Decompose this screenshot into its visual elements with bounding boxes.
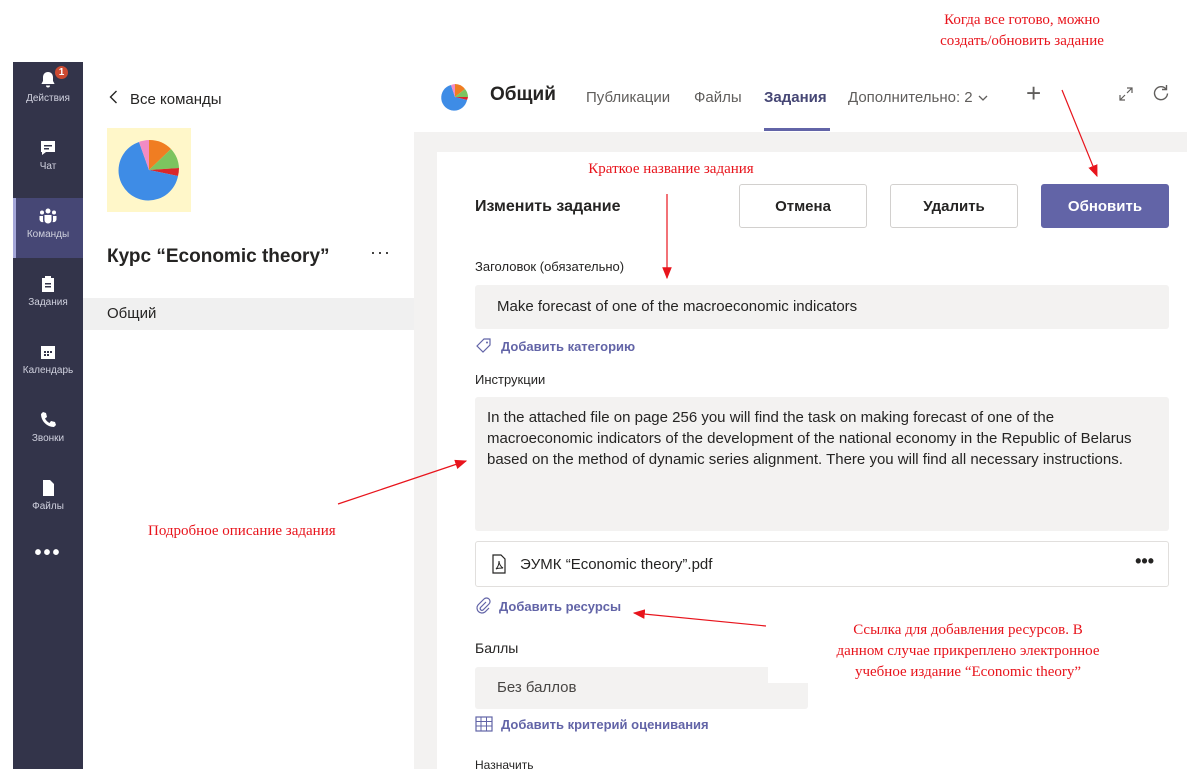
team-avatar[interactable]: [107, 128, 191, 212]
chat-icon: [41, 141, 55, 155]
channel-logo: [440, 82, 470, 117]
teams-icon: [39, 208, 57, 224]
grid-icon: [475, 716, 493, 732]
tab-files[interactable]: Файлы: [694, 89, 742, 106]
add-tab-button[interactable]: +: [1026, 78, 1041, 109]
assignments-icon: [42, 276, 54, 292]
rail-item-activity[interactable]: 1 Действия: [13, 62, 83, 122]
heading-label: Заголовок (обязательно): [475, 259, 625, 274]
rail-item-teams[interactable]: Команды: [13, 198, 83, 258]
pie-logo-icon: [441, 84, 468, 111]
heading-input[interactable]: Make forecast of one of the macroeconomi…: [475, 285, 1169, 329]
chevron-left-icon: [109, 90, 118, 108]
expand-icon[interactable]: [1118, 86, 1134, 107]
delete-button[interactable]: Удалить: [890, 184, 1018, 228]
pdf-file-icon: [492, 554, 506, 574]
tag-icon: [476, 338, 491, 353]
channel-header: Общий Публикации Файлы Задания Дополните…: [414, 62, 1187, 132]
channel-title: Общий: [490, 84, 556, 105]
active-tab-indicator: [764, 128, 830, 131]
tab-more[interactable]: Дополнительно: 2: [848, 89, 988, 106]
rail-item-calendar[interactable]: Календарь: [13, 334, 83, 394]
rail-label: Задания: [28, 297, 68, 308]
tab-assignments[interactable]: Задания: [764, 89, 827, 106]
rail-label: Календарь: [22, 365, 74, 376]
activity-badge: 1: [54, 65, 69, 80]
rail-label: Действия: [26, 93, 70, 104]
annotation-short-title: Краткое название задания: [556, 159, 786, 180]
add-resources-link[interactable]: Добавить ресурсы: [475, 597, 621, 615]
points-input[interactable]: Без баллов: [475, 667, 808, 709]
add-category-label: Добавить категорию: [501, 338, 636, 354]
attachment-name: ЭУМК “Economic theory”.pdf: [520, 555, 713, 573]
attachment-item[interactable]: ЭУМК “Economic theory”.pdf •••: [475, 541, 1169, 587]
instructions-label: Инструкции: [475, 372, 546, 387]
add-resources-label: Добавить ресурсы: [499, 598, 622, 614]
back-to-teams-link[interactable]: Все команды: [109, 90, 222, 108]
team-name: Курс “Economic theory”: [107, 246, 330, 267]
paperclip-icon: [476, 597, 491, 614]
rail-item-chat[interactable]: Чат: [13, 130, 83, 190]
team-more-button[interactable]: ···: [370, 242, 391, 263]
annotation-description: Подробное описание задания: [148, 523, 336, 539]
channel-item-general[interactable]: Общий: [83, 298, 414, 330]
chevron-down-icon: [978, 89, 988, 106]
assign-label: Назначить: [475, 758, 534, 769]
form-title: Изменить задание: [475, 198, 621, 215]
rail-label: Команды: [26, 229, 70, 240]
annotation-ready: Когда все готово, можно создать/обновить…: [940, 12, 1104, 49]
pie-logo-icon: [118, 139, 180, 201]
team-panel: Все команды Курс “Economic theory” ··· О…: [83, 62, 414, 769]
annotation-resources: Ссылка для добавления ресурсов. В данном…: [768, 620, 1168, 683]
rail-label: Чат: [39, 161, 57, 172]
points-label: Баллы: [475, 640, 519, 656]
add-category-link[interactable]: Добавить категорию: [475, 337, 635, 355]
rail-label: Звонки: [31, 433, 65, 444]
attachment-more-button[interactable]: •••: [1135, 551, 1154, 572]
rail-more-button[interactable]: •••: [13, 542, 83, 565]
cancel-button[interactable]: Отмена: [739, 184, 867, 228]
teams-window: 1 Действия Чат Команды Задания Календарь…: [0, 0, 1187, 769]
update-button[interactable]: Обновить: [1041, 184, 1169, 228]
app-rail: 1 Действия Чат Команды Задания Календарь…: [13, 62, 83, 769]
add-rubric-link[interactable]: Добавить критерий оценивания: [475, 716, 709, 732]
tab-more-label: Дополнительно: 2: [848, 89, 973, 106]
rail-label: Файлы: [32, 501, 64, 512]
instructions-input[interactable]: In the attached file on page 256 you wil…: [475, 397, 1169, 531]
phone-icon: [41, 412, 56, 427]
add-rubric-label: Добавить критерий оценивания: [501, 716, 709, 732]
tab-posts[interactable]: Публикации: [586, 89, 670, 106]
refresh-icon[interactable]: [1152, 84, 1170, 107]
calendar-icon: [41, 346, 55, 359]
rail-item-files[interactable]: Файлы: [13, 470, 83, 530]
back-link-label: Все команды: [130, 90, 222, 108]
rail-item-calls[interactable]: Звонки: [13, 402, 83, 462]
rail-item-assignments[interactable]: Задания: [13, 266, 83, 326]
files-icon: [43, 480, 54, 496]
